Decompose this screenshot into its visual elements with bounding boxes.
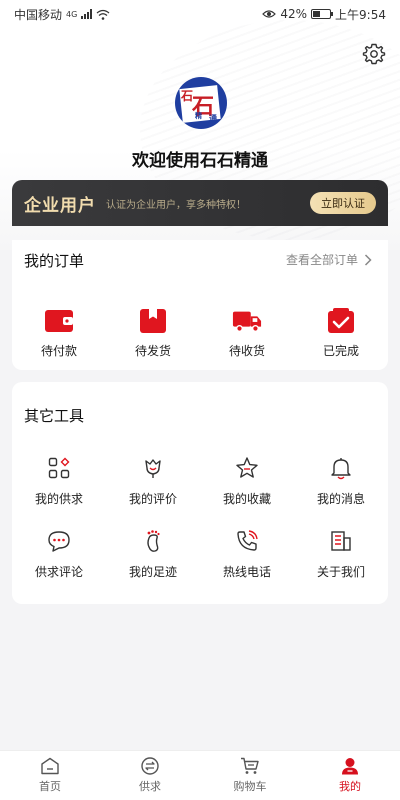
welcome-title: 欢迎使用石石精通	[132, 151, 268, 171]
tab-label: 供求	[139, 780, 161, 793]
package-icon	[140, 309, 166, 333]
bottom-tab-bar: 首页 供求 购物车 我的	[0, 750, 400, 800]
tab-supply[interactable]: 供求	[100, 751, 200, 800]
orders-card: 我的订单 查看全部订单 待付款 待发货 待收货 已完成	[12, 240, 388, 370]
tool-label: 供求评论	[34, 565, 83, 579]
tab-label: 首页	[39, 780, 61, 793]
tool-about-us[interactable]: 关于我们	[294, 529, 388, 580]
phone-icon	[237, 530, 258, 551]
carrier-label: 中国移动	[14, 7, 63, 22]
network-label: 4G	[66, 9, 78, 19]
battery-icon	[311, 9, 334, 19]
verify-now-button[interactable]: 立即认证	[310, 192, 376, 214]
orders-title: 我的订单	[24, 252, 85, 270]
tool-my-footprints[interactable]: 我的足迹	[106, 529, 200, 580]
tool-label: 我的消息	[316, 492, 365, 506]
settings-gear-icon[interactable]	[362, 42, 386, 66]
enterprise-banner[interactable]: 企业用户 认证为企业用户，享多种特权！ 立即认证	[12, 180, 388, 226]
comment-icon	[48, 531, 70, 552]
tool-my-reviews[interactable]: 我的评价	[106, 456, 200, 507]
wifi-icon	[96, 9, 110, 20]
tool-label: 我的供求	[34, 492, 83, 506]
enterprise-title: 企业用户	[24, 195, 96, 216]
order-pending-receipt[interactable]: 待收货	[200, 308, 294, 359]
building-icon	[331, 531, 351, 551]
tab-home[interactable]: 首页	[0, 751, 100, 800]
tool-my-favorites[interactable]: 我的收藏	[200, 456, 294, 507]
exchange-icon	[141, 757, 159, 775]
chevron-right-icon	[364, 253, 372, 266]
tool-label: 我的足迹	[128, 565, 177, 579]
tool-my-supply[interactable]: 我的供求	[12, 456, 106, 507]
tab-label: 我的	[339, 780, 361, 793]
view-all-orders-link[interactable]: 查看全部订单	[286, 251, 372, 268]
order-label: 待收货	[228, 344, 265, 358]
home-icon	[41, 757, 59, 775]
tool-label: 热线电话	[222, 565, 271, 579]
clock: 上午9:54	[335, 7, 386, 22]
eye-icon	[262, 10, 277, 18]
star-icon	[236, 457, 258, 478]
tools-title: 其它工具	[24, 407, 85, 425]
grid-icon	[48, 457, 70, 479]
battery-percent: 42%	[280, 7, 308, 21]
tab-label: 购物车	[233, 780, 267, 793]
order-label: 待付款	[40, 344, 77, 358]
tool-my-messages[interactable]: 我的消息	[294, 456, 388, 507]
order-label: 已完成	[322, 344, 359, 358]
wallet-icon	[45, 310, 73, 332]
tool-label: 关于我们	[316, 565, 365, 579]
truck-icon	[232, 311, 262, 333]
tool-label: 我的评价	[128, 492, 177, 506]
order-pending-shipment[interactable]: 待发货	[106, 308, 200, 359]
order-label: 待发货	[134, 344, 171, 358]
footprint-icon	[147, 530, 160, 552]
app-logo: 石 石 精 通	[175, 77, 227, 129]
flower-icon	[145, 459, 161, 478]
bell-icon	[331, 458, 351, 480]
tools-card: 其它工具 我的供求 我的评价 我的收藏 我的消息 供求评论 我的足迹 热线电话	[12, 382, 388, 604]
tool-hotline[interactable]: 热线电话	[200, 529, 294, 580]
signal-icon	[81, 9, 93, 19]
tab-cart[interactable]: 购物车	[200, 751, 300, 800]
status-bar: 中国移动 4G 42% 上午9:54	[0, 0, 400, 28]
cart-icon	[241, 757, 259, 774]
user-icon	[342, 758, 358, 775]
order-completed[interactable]: 已完成	[294, 308, 388, 359]
enterprise-desc: 认证为企业用户，享多种特权！	[106, 199, 246, 211]
tool-supply-comments[interactable]: 供求评论	[12, 529, 106, 580]
tab-mine[interactable]: 我的	[300, 751, 400, 800]
tool-label: 我的收藏	[222, 492, 271, 506]
order-pending-payment[interactable]: 待付款	[12, 308, 106, 359]
completed-icon	[328, 308, 354, 333]
view-all-orders-label: 查看全部订单	[285, 253, 358, 267]
